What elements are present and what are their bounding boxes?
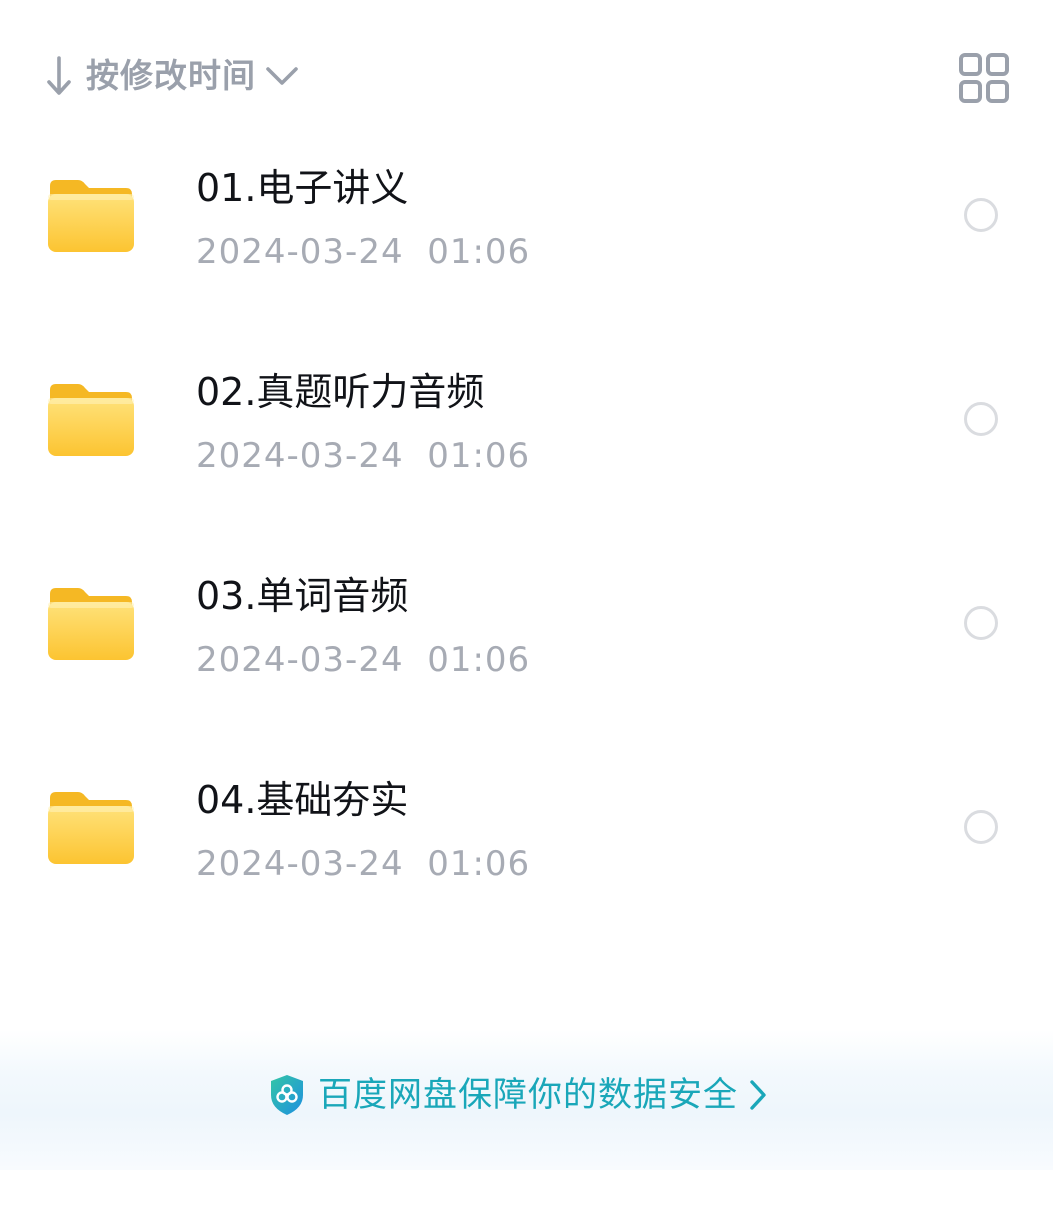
- file-modified-time: 2024-03-24 01:06: [196, 436, 531, 476]
- sort-button[interactable]: 按修改时间: [44, 52, 300, 100]
- file-name: 01.电子讲义: [196, 166, 409, 210]
- grid-view-icon[interactable]: [958, 52, 1010, 104]
- select-radio[interactable]: [964, 606, 998, 640]
- chevron-right-icon: [750, 1080, 766, 1110]
- folder-icon: [48, 588, 134, 660]
- file-row[interactable]: 01.电子讲义 2024-03-24 01:06: [0, 150, 1053, 354]
- file-name: 04.基础夯实: [196, 778, 409, 822]
- chevron-down-icon: [266, 67, 298, 85]
- folder-icon: [48, 792, 134, 864]
- file-browser-page: 按修改时间 01.电子讲义 2024-03-24 01:06 02.真题听力音频…: [0, 0, 1053, 1214]
- file-modified-time: 2024-03-24 01:06: [196, 640, 531, 680]
- toolbar: 按修改时间: [0, 0, 1053, 150]
- select-radio[interactable]: [964, 402, 998, 436]
- select-radio[interactable]: [964, 810, 998, 844]
- shield-icon: [271, 1075, 303, 1115]
- security-link[interactable]: 百度网盘保障你的数据安全: [268, 1070, 768, 1120]
- folder-icon: [48, 384, 134, 456]
- security-banner: 百度网盘保障你的数据安全: [0, 1030, 1053, 1170]
- security-text: 百度网盘保障你的数据安全: [318, 1075, 738, 1115]
- arrow-down-icon: [47, 56, 71, 95]
- file-list: 01.电子讲义 2024-03-24 01:06 02.真题听力音频 2024-…: [0, 150, 1053, 966]
- select-radio[interactable]: [964, 198, 998, 232]
- file-modified-time: 2024-03-24 01:06: [196, 844, 531, 884]
- file-row[interactable]: 02.真题听力音频 2024-03-24 01:06: [0, 354, 1053, 558]
- file-name: 02.真题听力音频: [196, 370, 485, 414]
- file-modified-time: 2024-03-24 01:06: [196, 232, 531, 272]
- file-row[interactable]: 04.基础夯实 2024-03-24 01:06: [0, 762, 1053, 966]
- sort-label: 按修改时间: [86, 56, 256, 95]
- file-name: 03.单词音频: [196, 574, 409, 618]
- file-row[interactable]: 03.单词音频 2024-03-24 01:06: [0, 558, 1053, 762]
- folder-icon: [48, 180, 134, 252]
